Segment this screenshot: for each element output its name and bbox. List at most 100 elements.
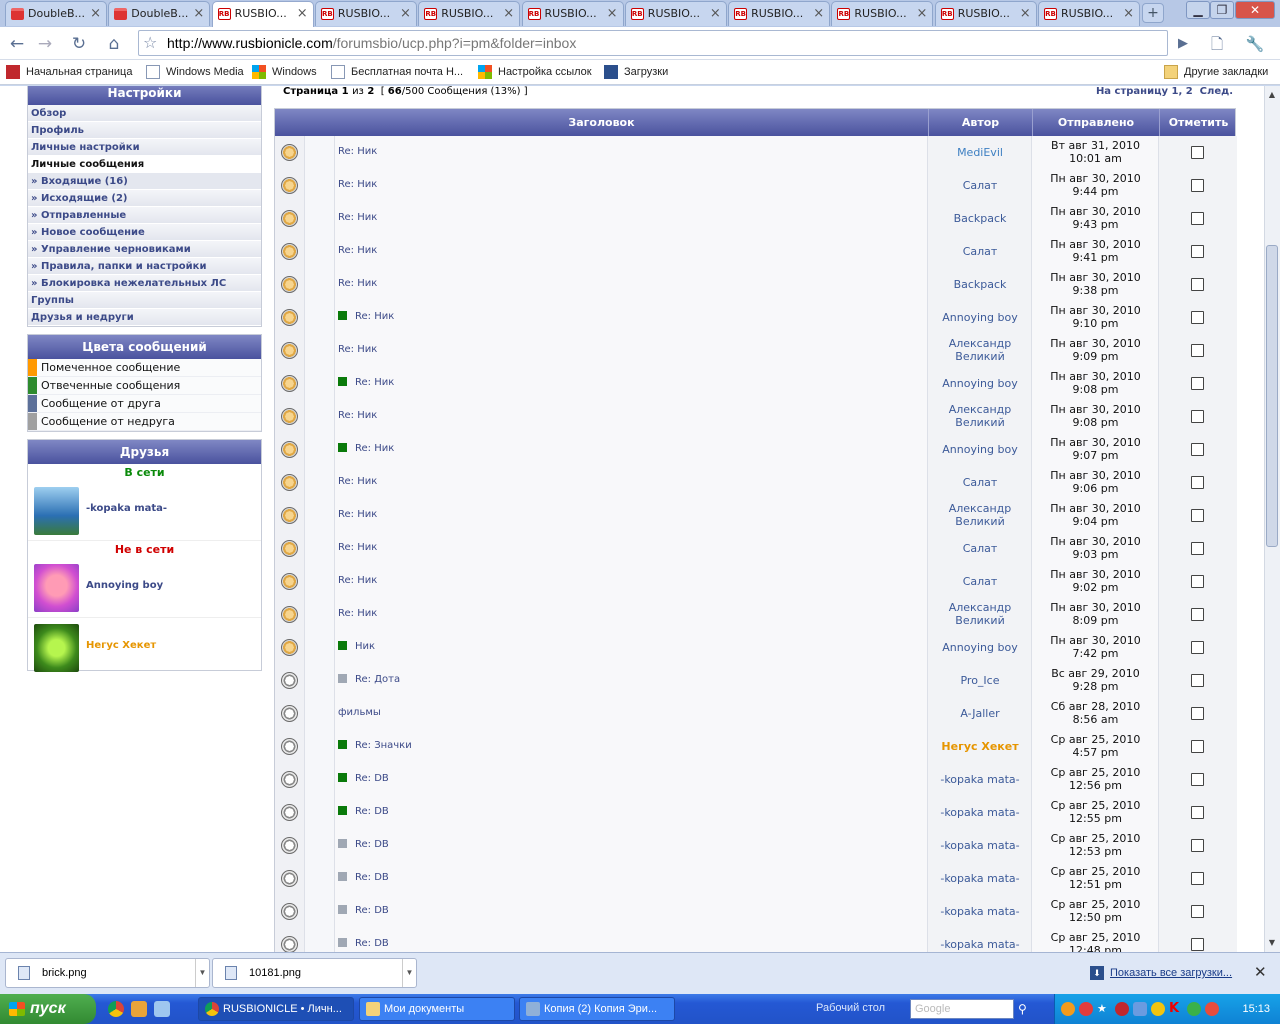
scroll-down-arrow-icon[interactable]: ▼ bbox=[1266, 937, 1278, 949]
bookmark-1[interactable]: Начальная страница bbox=[6, 64, 132, 80]
friend-entry[interactable]: -kopaka mata- bbox=[28, 481, 261, 541]
friend-name[interactable]: Annoying boy bbox=[86, 580, 163, 591]
sidebar-pm-item-4[interactable]: » Новое сообщение bbox=[28, 224, 261, 241]
message-author-link[interactable]: Александр Великий bbox=[928, 601, 1032, 627]
mark-checkbox[interactable] bbox=[1191, 476, 1204, 489]
table-row[interactable]: Re: DB -kopaka mata- Ср авг 25, 2010 12:53 … bbox=[275, 829, 1237, 862]
close-tab-icon[interactable]: × bbox=[400, 2, 411, 25]
maximize-button[interactable]: ❐ bbox=[1210, 1, 1234, 19]
mark-checkbox[interactable] bbox=[1191, 905, 1204, 918]
message-author-link[interactable]: Annoying boy bbox=[928, 377, 1032, 390]
mark-checkbox[interactable] bbox=[1191, 377, 1204, 390]
mark-checkbox[interactable] bbox=[1191, 146, 1204, 159]
table-row[interactable]: Re: Ник Салат Пн авг 30, 2010 9:44 pm bbox=[275, 169, 1237, 202]
friend-name[interactable]: Негус Хекет bbox=[86, 640, 156, 651]
message-author-link[interactable]: Негус Хекет bbox=[928, 740, 1032, 753]
col-author-header[interactable]: Автор bbox=[928, 109, 1032, 136]
message-author-link[interactable]: MediEvil bbox=[928, 146, 1032, 159]
browser-tab-6[interactable]: RB RUSBIO... × bbox=[521, 1, 624, 26]
message-subject-link[interactable]: Re: DB bbox=[338, 773, 389, 784]
home-button[interactable]: ⌂ bbox=[101, 31, 127, 57]
message-subject-link[interactable]: Re: Ник bbox=[338, 575, 377, 586]
go-button[interactable]: ▶ bbox=[1170, 31, 1196, 57]
table-row[interactable]: Re: Ник Александр Великий Пн авг 30, 2010 9… bbox=[275, 400, 1237, 433]
close-tab-icon[interactable]: × bbox=[916, 2, 927, 25]
minimize-button[interactable]: ▁ bbox=[1186, 1, 1210, 19]
wrench-menu-icon[interactable]: 🔧 bbox=[1242, 31, 1268, 57]
sidebar-item-personal-settings[interactable]: Личные настройки bbox=[28, 139, 261, 156]
table-row[interactable]: Re: Ник Annoying boy Пн авг 30, 2010 9:08 p… bbox=[275, 367, 1237, 400]
message-author-link[interactable]: Салат bbox=[928, 476, 1032, 489]
quicklaunch-icon[interactable] bbox=[131, 1001, 147, 1017]
mark-checkbox[interactable] bbox=[1191, 806, 1204, 819]
mark-checkbox[interactable] bbox=[1191, 344, 1204, 357]
message-author-link[interactable]: -kopaka mata- bbox=[928, 905, 1032, 918]
close-window-button[interactable]: ✕ bbox=[1235, 1, 1275, 19]
table-row[interactable]: Re: Ник Александр Великий Пн авг 30, 2010 9… bbox=[275, 334, 1237, 367]
bookmark-3[interactable]: Windows bbox=[252, 64, 317, 80]
browser-tab-1[interactable]: DoubleB... × bbox=[5, 1, 107, 26]
scrollbar-thumb[interactable] bbox=[1266, 245, 1278, 547]
table-row[interactable]: Re: DB -kopaka mata- Ср авг 25, 2010 12:50 … bbox=[275, 895, 1237, 928]
message-author-link[interactable]: Backpack bbox=[928, 278, 1032, 291]
search-go-icon[interactable]: ⚲ bbox=[1018, 1002, 1027, 1016]
mark-checkbox[interactable] bbox=[1191, 773, 1204, 786]
bookmark-4[interactable]: Бесплатная почта Н... bbox=[331, 64, 463, 80]
dropdown-arrow-icon[interactable]: ▼ bbox=[195, 959, 209, 987]
new-tab-button[interactable]: + bbox=[1142, 3, 1164, 23]
message-author-link[interactable]: -kopaka mata- bbox=[928, 872, 1032, 885]
message-author-link[interactable]: -kopaka mata- bbox=[928, 773, 1032, 786]
friend-entry[interactable]: Annoying boy bbox=[28, 558, 261, 618]
browser-tab-11[interactable]: RB RUSBIO... × bbox=[1038, 1, 1140, 26]
close-tab-icon[interactable]: × bbox=[710, 2, 721, 25]
table-row[interactable]: Re: DB -kopaka mata- Ср авг 25, 2010 12:56 … bbox=[275, 763, 1237, 796]
scroll-up-arrow-icon[interactable]: ▲ bbox=[1266, 89, 1278, 101]
tray-star-icon[interactable]: ★ bbox=[1097, 1002, 1111, 1016]
mark-checkbox[interactable] bbox=[1191, 707, 1204, 720]
message-subject-link[interactable]: Re: DB bbox=[338, 839, 389, 850]
message-subject-link[interactable]: Re: Ник bbox=[338, 608, 377, 619]
message-subject-link[interactable]: Ник bbox=[338, 641, 375, 652]
message-author-link[interactable]: Салат bbox=[928, 179, 1032, 192]
mark-checkbox[interactable] bbox=[1191, 179, 1204, 192]
close-tab-icon[interactable]: × bbox=[1020, 2, 1031, 25]
browser-tab-2[interactable]: DoubleB... × bbox=[108, 1, 211, 26]
page-menu-icon[interactable]: 🗋 bbox=[1204, 31, 1230, 57]
taskbar-window-my-documents[interactable]: Мои документы bbox=[359, 997, 515, 1021]
col-sent-header[interactable]: Отправлено bbox=[1032, 109, 1159, 136]
mark-checkbox[interactable] bbox=[1191, 212, 1204, 225]
tray-app-icon[interactable] bbox=[1151, 1002, 1165, 1016]
forward-button[interactable]: → bbox=[32, 31, 58, 57]
dropdown-arrow-icon[interactable]: ▼ bbox=[402, 959, 416, 987]
message-author-link[interactable]: Annoying boy bbox=[928, 641, 1032, 654]
mark-checkbox[interactable] bbox=[1191, 674, 1204, 687]
mark-checkbox[interactable] bbox=[1191, 740, 1204, 753]
show-desktop-icon[interactable] bbox=[154, 1001, 170, 1017]
tray-opera-icon[interactable] bbox=[1115, 1002, 1129, 1016]
message-subject-link[interactable]: Re: Ник bbox=[338, 377, 394, 388]
sidebar-item-profile[interactable]: Профиль bbox=[28, 122, 261, 139]
table-row[interactable]: Re: Ник Салат Пн авг 30, 2010 9:06 pm bbox=[275, 466, 1237, 499]
table-row[interactable]: Re: DB -kopaka mata- Ср авг 25, 2010 12:51 … bbox=[275, 862, 1237, 895]
message-author-link[interactable]: Backpack bbox=[928, 212, 1032, 225]
mark-checkbox[interactable] bbox=[1191, 410, 1204, 423]
message-author-link[interactable]: Александр Великий bbox=[928, 403, 1032, 429]
table-row[interactable]: Re: Ник Annoying boy Пн авг 30, 2010 9:10 p… bbox=[275, 301, 1237, 334]
table-row[interactable]: Re: Ник Салат Пн авг 30, 2010 9:41 pm bbox=[275, 235, 1237, 268]
message-subject-link[interactable]: Re: Ник bbox=[338, 245, 377, 256]
message-subject-link[interactable]: Re: Ник bbox=[338, 179, 377, 190]
browser-tab-9[interactable]: RB RUSBIO... × bbox=[831, 1, 934, 26]
table-row[interactable]: Re: DB -kopaka mata- Ср авг 25, 2010 12:48 … bbox=[275, 928, 1237, 952]
tray-k-icon[interactable]: K bbox=[1169, 1001, 1183, 1016]
sidebar-item-friends-and-foes[interactable]: Друзья и недруги bbox=[28, 309, 261, 326]
bookmark-star-icon[interactable]: ☆ bbox=[143, 33, 157, 52]
close-tab-icon[interactable]: × bbox=[813, 2, 824, 25]
mark-checkbox[interactable] bbox=[1191, 311, 1204, 324]
mark-checkbox[interactable] bbox=[1191, 938, 1204, 951]
table-row[interactable]: Re: Ник Annoying boy Пн авг 30, 2010 9:07 p… bbox=[275, 433, 1237, 466]
col-subject-header[interactable]: Заголовок bbox=[275, 109, 928, 136]
message-subject-link[interactable]: Re: DB bbox=[338, 938, 389, 949]
message-author-link[interactable]: -kopaka mata- bbox=[928, 806, 1032, 819]
message-author-link[interactable]: A-Jaller bbox=[928, 707, 1032, 720]
message-subject-link[interactable]: фильмы bbox=[338, 707, 381, 718]
